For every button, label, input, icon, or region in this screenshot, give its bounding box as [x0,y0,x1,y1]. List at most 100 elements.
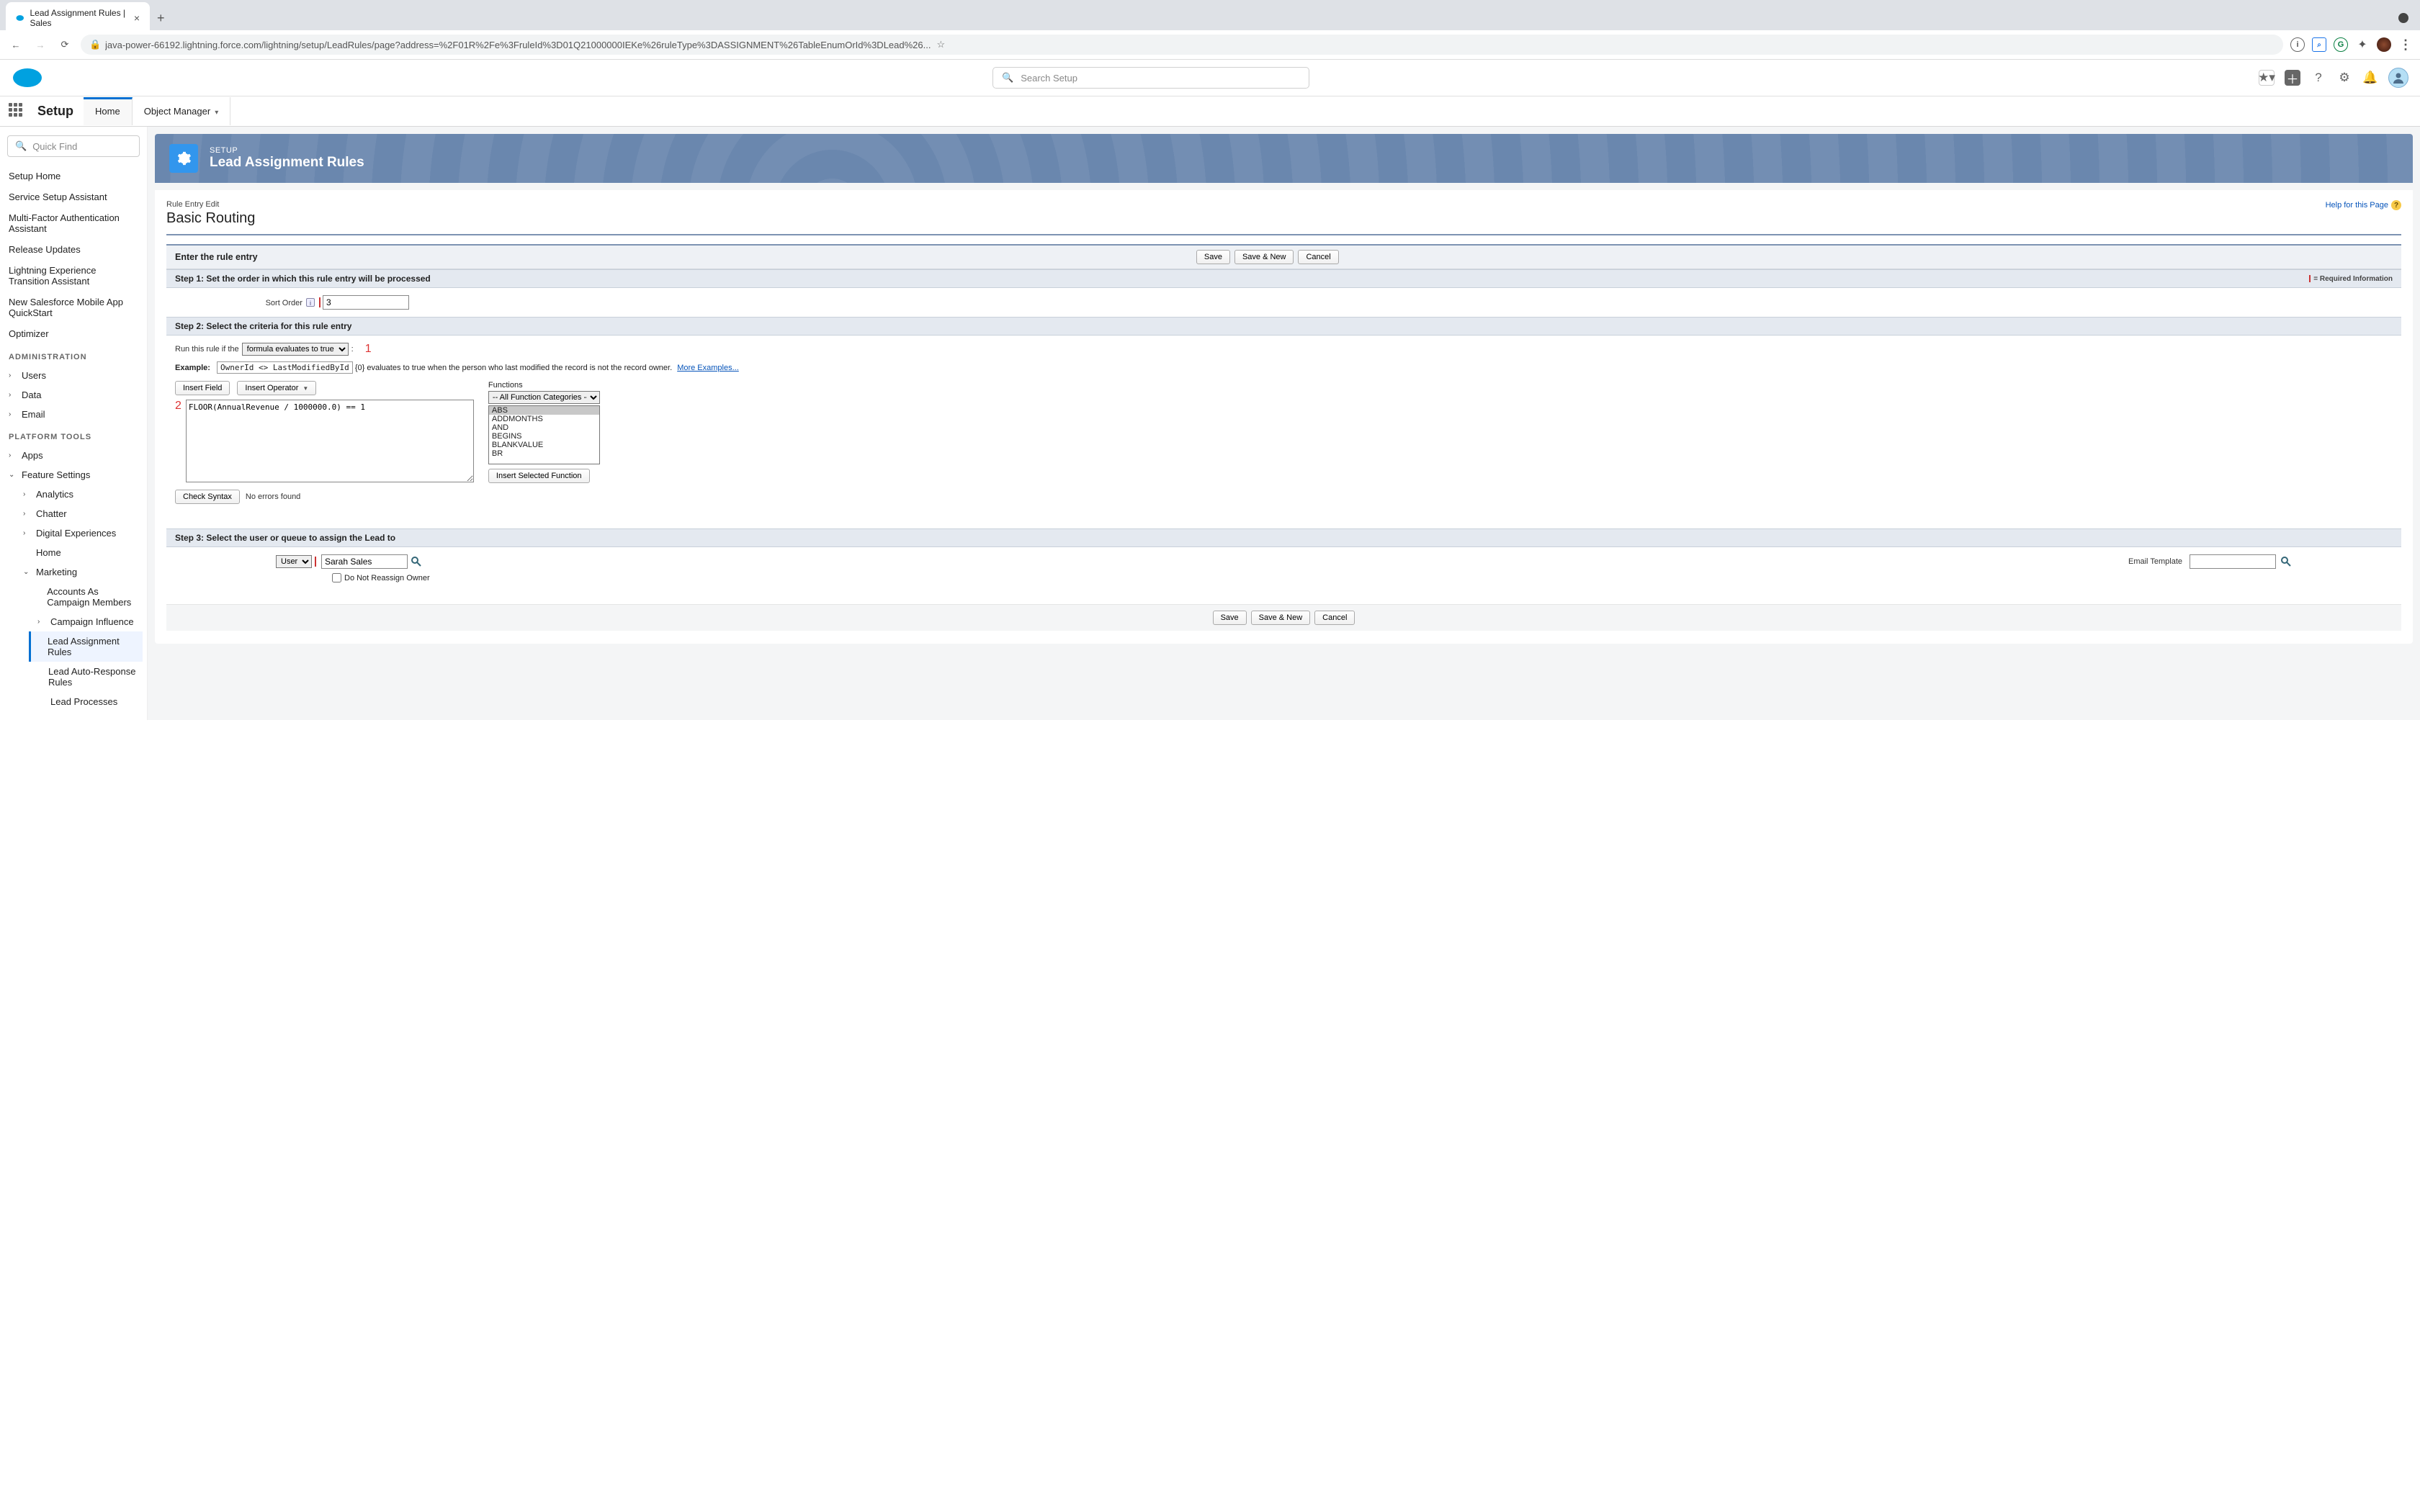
formula-textarea[interactable]: FLOOR(AnnualRevenue / 1000000.0) == 1 [186,400,474,482]
window-control-icon[interactable] [2398,13,2408,23]
function-option-begins[interactable]: BEGINS [489,432,599,441]
function-list[interactable]: ABS ADDMONTHS AND BEGINS BLANKVALUE BR [488,405,600,464]
user-avatar-icon[interactable] [2388,68,2408,88]
tree-item-data[interactable]: ›Data [4,385,143,405]
content-area: SETUP Lead Assignment Rules Help for thi… [148,127,2420,720]
cancel-button[interactable]: Cancel [1298,250,1338,264]
insert-operator-button[interactable]: Insert Operator ▼ [237,381,316,395]
profile-avatar-icon[interactable] [2377,37,2391,52]
sidebar-item-optimizer[interactable]: Optimizer [4,323,143,344]
url-text: java-power-66192.lightning.force.com/lig… [105,40,931,50]
sort-order-input[interactable] [323,295,409,310]
tree-item-apps[interactable]: ›Apps [4,446,143,465]
tree-item-users[interactable]: ›Users [4,366,143,385]
tree-item-email[interactable]: ›Email [4,405,143,424]
browser-menu-icon[interactable]: ⋮ [2398,37,2413,52]
criteria-type-select[interactable]: formula evaluates to true [242,343,349,356]
tree-item-lead-auto-response-rules[interactable]: ›Lead Auto-Response Rules [33,662,143,692]
step1-title: Step 1: Set the order in which this rule… [175,274,431,284]
tree-item-marketing[interactable]: ⌄Marketing [19,562,143,582]
tree-item-analytics[interactable]: ›Analytics [19,485,143,504]
insert-selected-function-button[interactable]: Insert Selected Function [488,469,590,483]
email-template-label: Email Template [2128,557,2182,566]
insert-field-button[interactable]: Insert Field [175,381,230,395]
annotation-2: 2 [175,400,182,413]
more-examples-link[interactable]: More Examples... [677,364,739,372]
email-template-input[interactable] [2190,554,2276,569]
notifications-icon[interactable]: 🔔 [2362,70,2378,86]
browser-tab[interactable]: Lead Assignment Rules | Sales × [6,2,150,34]
save-button[interactable]: Save [1196,250,1230,264]
tree-item-accounts-campaign-members[interactable]: ›Accounts As Campaign Members [33,582,143,612]
setup-gear-icon[interactable]: ⚙ [2336,70,2352,86]
insert-operator-label: Insert Operator [245,384,298,392]
salesforce-icon [16,13,24,23]
step1-bar: Step 1: Set the order in which this rule… [166,269,2401,288]
assignee-input[interactable] [321,554,408,569]
save-button-bottom[interactable]: Save [1213,611,1247,625]
save-and-new-button[interactable]: Save & New [1234,250,1294,264]
lookup-icon[interactable] [411,556,422,567]
close-icon[interactable]: × [134,12,140,24]
tree-item-campaign-influence[interactable]: ›Campaign Influence [33,612,143,631]
step3-title: Step 3: Select the user or queue to assi… [175,533,395,543]
save-and-new-button-bottom[interactable]: Save & New [1251,611,1311,625]
cancel-button-bottom[interactable]: Cancel [1314,611,1355,625]
tree-item-lead-processes[interactable]: ›Lead Processes [33,692,143,711]
reload-button[interactable]: ⟳ [56,36,73,53]
check-syntax-button[interactable]: Check Syntax [175,490,240,504]
required-indicator [319,297,321,307]
info-icon[interactable]: i [306,298,315,307]
blue-extension-icon[interactable]: ⌕ [2312,37,2326,52]
info-extension-icon[interactable]: i [2290,37,2305,52]
bottom-button-bar: Save Save & New Cancel [166,604,2401,631]
assignee-type-select[interactable]: User [276,555,312,568]
lookup-icon[interactable] [2280,556,2292,567]
grammarly-extension-icon[interactable]: G [2334,37,2348,52]
tree-item-lead-assignment-rules[interactable]: Lead Assignment Rules [29,631,143,662]
tree-label: Lead Auto-Response Rules [48,666,138,688]
chevron-right-icon: › [9,391,19,399]
tree-label: Marketing [36,567,77,577]
sidebar-item-setup-home[interactable]: Setup Home [4,166,143,186]
function-option-addmonths[interactable]: ADDMONTHS [489,415,599,423]
chevron-down-icon: ▼ [302,385,308,392]
new-tab-button[interactable]: + [157,11,165,26]
rule-entry-title: Basic Routing [166,210,2401,227]
help-icon: ? [2391,200,2401,210]
help-icon[interactable]: ? [2311,70,2326,86]
tree-item-digital-experiences[interactable]: ›Digital Experiences [19,523,143,543]
function-option-blankvalue[interactable]: BLANKVALUE [489,441,599,449]
tree-item-home[interactable]: ›Home [19,543,143,562]
tab-home[interactable]: Home [84,97,133,125]
chevron-right-icon: › [37,618,48,626]
sidebar-item-lex-transition[interactable]: Lightning Experience Transition Assistan… [4,260,143,292]
app-launcher-icon[interactable] [9,103,26,120]
global-actions-icon[interactable]: ＋ [2285,70,2300,86]
sidebar-item-service-setup[interactable]: Service Setup Assistant [4,186,143,207]
function-option-abs[interactable]: ABS [489,406,599,415]
step2-bar: Step 2: Select the criteria for this rul… [166,317,2401,336]
sidebar-item-mobile-quickstart[interactable]: New Salesforce Mobile App QuickStart [4,292,143,323]
bookmark-star-icon[interactable]: ☆ [936,39,945,50]
search-icon: 🔍 [1002,72,1013,84]
back-button[interactable]: ← [7,36,24,53]
function-category-select[interactable]: -- All Function Categories -- [488,391,600,404]
help-link[interactable]: Help for this Page? [2326,200,2401,210]
function-option-br[interactable]: BR [489,449,599,458]
tree-item-feature-settings[interactable]: ⌄Feature Settings [4,465,143,485]
salesforce-logo[interactable] [12,67,43,89]
rule-entry-eyebrow: Rule Entry Edit [166,200,2401,209]
global-search[interactable]: 🔍 Search Setup [992,67,1309,89]
step3-body: User Email Template Do Not Reassign Owne… [166,547,2401,590]
url-bar[interactable]: 🔒 java-power-66192.lightning.force.com/l… [81,35,2283,55]
quick-find-input[interactable]: 🔍 Quick Find [7,135,140,157]
function-option-and[interactable]: AND [489,423,599,432]
do-not-reassign-checkbox[interactable] [332,573,341,582]
tree-item-chatter[interactable]: ›Chatter [19,504,143,523]
tab-object-manager[interactable]: Object Manager▾ [133,97,231,125]
favorites-icon[interactable]: ★▾ [2259,70,2275,86]
extensions-icon[interactable]: ✦ [2355,37,2370,52]
sidebar-item-release-updates[interactable]: Release Updates [4,239,143,260]
sidebar-item-mfa-assistant[interactable]: Multi-Factor Authentication Assistant [4,207,143,239]
